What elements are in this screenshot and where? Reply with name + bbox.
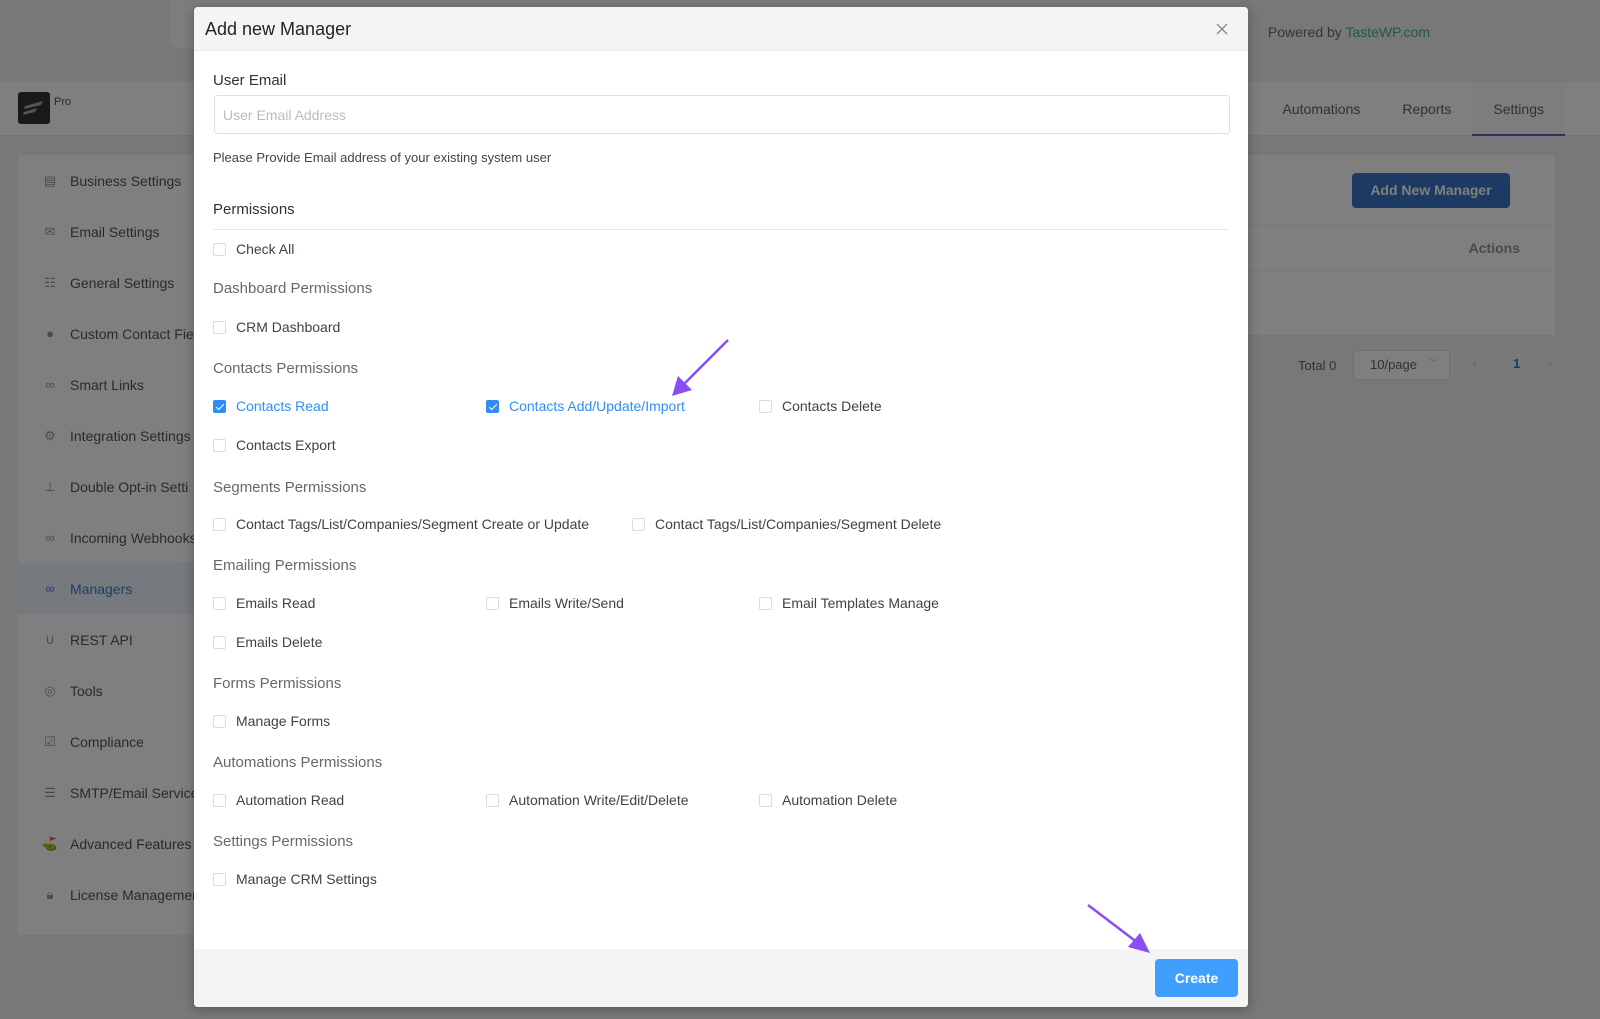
checkbox-box[interactable] <box>759 793 772 807</box>
perm-automation-write[interactable]: Automation Write/Edit/Delete <box>486 792 759 808</box>
group-title-dashboard: Dashboard Permissions <box>213 280 373 297</box>
checkbox-box[interactable] <box>213 242 226 256</box>
perm-emails-read[interactable]: Emails Read <box>213 595 486 611</box>
perm-crm-dashboard[interactable]: CRM Dashboard <box>213 319 340 335</box>
permission-row: Manage Forms <box>213 713 330 729</box>
user-email-label: User Email <box>213 72 287 89</box>
checkbox-box[interactable] <box>213 438 226 452</box>
permissions-title: Permissions <box>213 201 295 218</box>
checkbox-box[interactable] <box>213 596 226 610</box>
perm-contacts-delete[interactable]: Contacts Delete <box>759 398 882 414</box>
perm-segment-create-update[interactable]: Contact Tags/List/Companies/Segment Crea… <box>213 516 632 532</box>
permission-row: Emails Read Emails Write/Send Email Temp… <box>213 595 939 611</box>
group-title-automations: Automations Permissions <box>213 754 383 771</box>
group-title-contacts: Contacts Permissions <box>213 360 359 377</box>
user-email-help: Please Provide Email address of your exi… <box>213 150 552 165</box>
perm-emails-delete[interactable]: Emails Delete <box>213 634 322 650</box>
checkbox-box[interactable] <box>486 793 499 807</box>
permission-row: Contacts Export <box>213 437 336 453</box>
perm-manage-forms[interactable]: Manage Forms <box>213 713 330 729</box>
perm-manage-crm-settings[interactable]: Manage CRM Settings <box>213 871 377 887</box>
permission-row: Contacts Read Contacts Add/Update/Import… <box>213 398 882 414</box>
group-title-settings: Settings Permissions <box>213 833 354 850</box>
checkbox-box[interactable] <box>213 793 226 807</box>
modal-body: User Email Please Provide Email address … <box>194 51 1248 949</box>
close-icon <box>1216 23 1228 35</box>
perm-automation-read[interactable]: Automation Read <box>213 792 486 808</box>
group-title-emailing: Emailing Permissions <box>213 557 357 574</box>
group-title-forms: Forms Permissions <box>213 675 342 692</box>
permission-row: Contact Tags/List/Companies/Segment Crea… <box>213 516 941 532</box>
perm-contacts-read[interactable]: Contacts Read <box>213 398 486 414</box>
perm-email-templates-manage[interactable]: Email Templates Manage <box>759 595 939 611</box>
checkbox-box[interactable] <box>213 320 226 334</box>
checkbox-box[interactable] <box>213 517 226 531</box>
checkbox-box[interactable] <box>486 596 499 610</box>
modal-header: Add new Manager <box>194 7 1248 51</box>
perm-emails-write-send[interactable]: Emails Write/Send <box>486 595 759 611</box>
close-button[interactable] <box>1214 21 1230 37</box>
checkbox-checked-box[interactable] <box>486 399 499 413</box>
perm-automation-delete[interactable]: Automation Delete <box>759 792 897 808</box>
checkbox-checked-box[interactable] <box>213 399 226 413</box>
modal-title: Add new Manager <box>205 19 352 39</box>
group-title-segments: Segments Permissions <box>213 479 367 496</box>
checkbox-box[interactable] <box>213 872 226 886</box>
modal-footer: Create <box>194 949 1248 1007</box>
checkbox-box[interactable] <box>759 596 772 610</box>
checkbox-box[interactable] <box>632 517 645 531</box>
add-manager-modal: Add new Manager User Email Please Provid… <box>194 7 1248 1007</box>
check-all-row: Check All <box>213 241 294 257</box>
create-button[interactable]: Create <box>1155 959 1238 997</box>
permission-row: Automation Read Automation Write/Edit/De… <box>213 792 897 808</box>
perm-segment-delete[interactable]: Contact Tags/List/Companies/Segment Dele… <box>632 516 941 532</box>
perm-contacts-add-update-import[interactable]: Contacts Add/Update/Import <box>486 398 759 414</box>
check-all-checkbox[interactable]: Check All <box>213 241 294 257</box>
checkbox-box[interactable] <box>759 399 772 413</box>
checkbox-box[interactable] <box>213 635 226 649</box>
permissions-divider <box>213 229 1229 230</box>
permission-row: CRM Dashboard <box>213 319 340 335</box>
permission-row: Emails Delete <box>213 634 322 650</box>
user-email-input[interactable] <box>214 95 1230 134</box>
checkbox-box[interactable] <box>213 714 226 728</box>
perm-contacts-export[interactable]: Contacts Export <box>213 437 336 453</box>
permission-row: Manage CRM Settings <box>213 871 377 887</box>
